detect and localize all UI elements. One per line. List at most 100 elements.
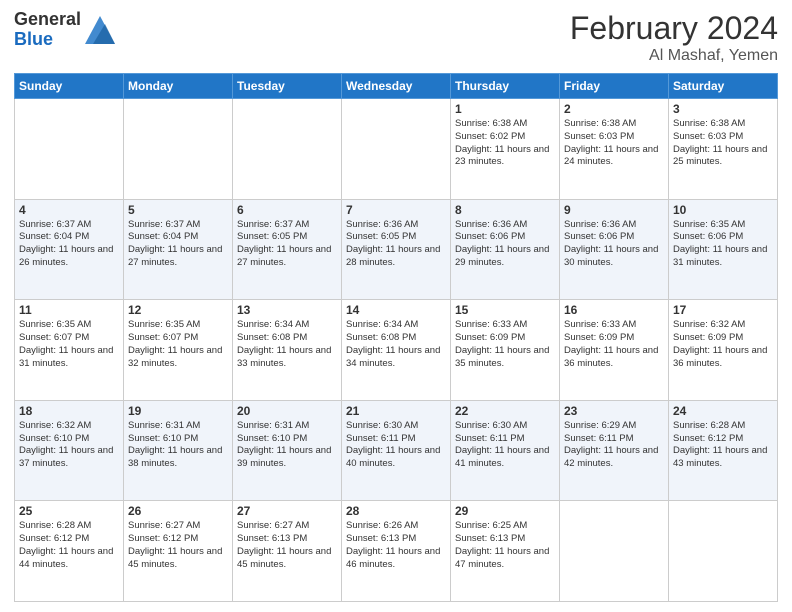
calendar-cell: 5Sunrise: 6:37 AM Sunset: 6:04 PM Daylig… bbox=[124, 199, 233, 300]
day-number: 15 bbox=[455, 303, 555, 317]
day-info: Sunrise: 6:38 AM Sunset: 6:03 PM Dayligh… bbox=[673, 118, 773, 169]
calendar-cell: 17 Sunrise: 6:32 AM Sunset: 6:09 PM Dayli… bbox=[669, 300, 778, 401]
day-number: 10 bbox=[673, 203, 773, 217]
calendar-cell bbox=[233, 99, 342, 200]
month-title: February 2024 bbox=[570, 10, 778, 47]
calendar-cell: 19 Sunrise: 6:31 AM Sunset: 6:10 PM Dayli… bbox=[124, 400, 233, 501]
logo-blue: Blue bbox=[14, 30, 81, 50]
day-number: 23 bbox=[564, 404, 664, 418]
calendar-cell: 27 Sunrise: 6:27 AM Sunset: 6:13 PM Dayli… bbox=[233, 501, 342, 602]
location-title: Al Mashaf, Yemen bbox=[570, 47, 778, 65]
calendar-week-row: 25 Sunrise: 6:28 AM Sunset: 6:12 PM Dayli… bbox=[15, 501, 778, 602]
day-info: Sunrise: 6:27 AM Sunset: 6:13 PM Dayligh… bbox=[237, 520, 337, 571]
day-number: 13 bbox=[237, 303, 337, 317]
calendar-cell: 21 Sunrise: 6:30 AM Sunset: 6:11 PM Dayli… bbox=[342, 400, 451, 501]
calendar-week-row: 11 Sunrise: 6:35 AM Sunset: 6:07 PM Dayli… bbox=[15, 300, 778, 401]
day-number: 12 bbox=[128, 303, 228, 317]
day-info: Sunrise: 6:38 AM Sunset: 6:03 PM Dayligh… bbox=[564, 118, 664, 169]
calendar-cell bbox=[669, 501, 778, 602]
day-info: Sunrise: 6:32 AM Sunset: 6:10 PM Dayligh… bbox=[19, 420, 119, 471]
day-info: Sunrise: 6:25 AM Sunset: 6:13 PM Dayligh… bbox=[455, 520, 555, 571]
calendar-cell: 2 Sunrise: 6:38 AM Sunset: 6:03 PM Daylig… bbox=[560, 99, 669, 200]
calendar-cell: 18Sunrise: 6:32 AM Sunset: 6:10 PM Dayli… bbox=[15, 400, 124, 501]
day-number: 17 bbox=[673, 303, 773, 317]
day-number: 25 bbox=[19, 504, 119, 518]
day-number: 6 bbox=[237, 203, 337, 217]
day-info: Sunrise: 6:27 AM Sunset: 6:12 PM Dayligh… bbox=[128, 520, 228, 571]
calendar-cell: 29 Sunrise: 6:25 AM Sunset: 6:13 PM Dayli… bbox=[451, 501, 560, 602]
day-info: Sunrise: 6:38 AM Sunset: 6:02 PM Dayligh… bbox=[455, 118, 555, 169]
page-header: General Blue February 2024 Al Mashaf, Ye… bbox=[14, 10, 778, 65]
calendar-cell: 3Sunrise: 6:38 AM Sunset: 6:03 PM Daylig… bbox=[669, 99, 778, 200]
day-number: 4 bbox=[19, 203, 119, 217]
weekday-header: Sunday bbox=[15, 74, 124, 99]
day-info: Sunrise: 6:29 AM Sunset: 6:11 PM Dayligh… bbox=[564, 420, 664, 471]
day-info: Sunrise: 6:36 AM Sunset: 6:05 PM Dayligh… bbox=[346, 219, 446, 270]
day-info: Sunrise: 6:28 AM Sunset: 6:12 PM Dayligh… bbox=[19, 520, 119, 571]
day-number: 8 bbox=[455, 203, 555, 217]
calendar-cell: 12 Sunrise: 6:35 AM Sunset: 6:07 PM Dayli… bbox=[124, 300, 233, 401]
logo: General Blue bbox=[14, 10, 115, 50]
calendar-cell: 15 Sunrise: 6:33 AM Sunset: 6:09 PM Dayli… bbox=[451, 300, 560, 401]
calendar-cell: 1 Sunrise: 6:38 AM Sunset: 6:02 PM Daylig… bbox=[451, 99, 560, 200]
calendar-week-row: 18Sunrise: 6:32 AM Sunset: 6:10 PM Dayli… bbox=[15, 400, 778, 501]
calendar-cell: 23 Sunrise: 6:29 AM Sunset: 6:11 PM Dayli… bbox=[560, 400, 669, 501]
day-number: 9 bbox=[564, 203, 664, 217]
calendar-cell: 10 Sunrise: 6:35 AM Sunset: 6:06 PM Dayli… bbox=[669, 199, 778, 300]
logo-icon bbox=[85, 16, 115, 44]
weekday-header: Saturday bbox=[669, 74, 778, 99]
day-number: 2 bbox=[564, 102, 664, 116]
calendar-cell bbox=[560, 501, 669, 602]
calendar-cell: 11 Sunrise: 6:35 AM Sunset: 6:07 PM Dayli… bbox=[15, 300, 124, 401]
weekday-header: Thursday bbox=[451, 74, 560, 99]
calendar-cell: 24Sunrise: 6:28 AM Sunset: 6:12 PM Dayli… bbox=[669, 400, 778, 501]
calendar-cell: 13 Sunrise: 6:34 AM Sunset: 6:08 PM Dayli… bbox=[233, 300, 342, 401]
day-info: Sunrise: 6:31 AM Sunset: 6:10 PM Dayligh… bbox=[128, 420, 228, 471]
calendar-cell: 14 Sunrise: 6:34 AM Sunset: 6:08 PM Dayli… bbox=[342, 300, 451, 401]
day-info: Sunrise: 6:35 AM Sunset: 6:07 PM Dayligh… bbox=[128, 319, 228, 370]
calendar-cell: 16Sunrise: 6:33 AM Sunset: 6:09 PM Dayli… bbox=[560, 300, 669, 401]
day-info: Sunrise: 6:37 AM Sunset: 6:04 PM Dayligh… bbox=[128, 219, 228, 270]
day-info: Sunrise: 6:26 AM Sunset: 6:13 PM Dayligh… bbox=[346, 520, 446, 571]
logo-general: General bbox=[14, 10, 81, 30]
title-block: February 2024 Al Mashaf, Yemen bbox=[570, 10, 778, 65]
day-number: 27 bbox=[237, 504, 337, 518]
day-info: Sunrise: 6:35 AM Sunset: 6:07 PM Dayligh… bbox=[19, 319, 119, 370]
day-number: 28 bbox=[346, 504, 446, 518]
day-info: Sunrise: 6:32 AM Sunset: 6:09 PM Dayligh… bbox=[673, 319, 773, 370]
day-info: Sunrise: 6:35 AM Sunset: 6:06 PM Dayligh… bbox=[673, 219, 773, 270]
calendar-week-row: 4 Sunrise: 6:37 AM Sunset: 6:04 PM Daylig… bbox=[15, 199, 778, 300]
calendar-week-row: 1 Sunrise: 6:38 AM Sunset: 6:02 PM Daylig… bbox=[15, 99, 778, 200]
calendar-cell: 22 Sunrise: 6:30 AM Sunset: 6:11 PM Dayli… bbox=[451, 400, 560, 501]
day-number: 24 bbox=[673, 404, 773, 418]
day-number: 7 bbox=[346, 203, 446, 217]
calendar-cell: 28 Sunrise: 6:26 AM Sunset: 6:13 PM Dayli… bbox=[342, 501, 451, 602]
day-info: Sunrise: 6:30 AM Sunset: 6:11 PM Dayligh… bbox=[346, 420, 446, 471]
day-info: Sunrise: 6:34 AM Sunset: 6:08 PM Dayligh… bbox=[346, 319, 446, 370]
day-number: 29 bbox=[455, 504, 555, 518]
calendar-header: SundayMondayTuesdayWednesdayThursdayFrid… bbox=[15, 74, 778, 99]
day-number: 21 bbox=[346, 404, 446, 418]
day-number: 16 bbox=[564, 303, 664, 317]
day-number: 11 bbox=[19, 303, 119, 317]
day-number: 22 bbox=[455, 404, 555, 418]
day-number: 14 bbox=[346, 303, 446, 317]
day-number: 1 bbox=[455, 102, 555, 116]
calendar-cell: 7 Sunrise: 6:36 AM Sunset: 6:05 PM Daylig… bbox=[342, 199, 451, 300]
calendar-cell: 25 Sunrise: 6:28 AM Sunset: 6:12 PM Dayli… bbox=[15, 501, 124, 602]
calendar-cell: 26Sunrise: 6:27 AM Sunset: 6:12 PM Dayli… bbox=[124, 501, 233, 602]
calendar-table: SundayMondayTuesdayWednesdayThursdayFrid… bbox=[14, 73, 778, 602]
calendar-cell: 6 Sunrise: 6:37 AM Sunset: 6:05 PM Daylig… bbox=[233, 199, 342, 300]
weekday-header: Tuesday bbox=[233, 74, 342, 99]
day-info: Sunrise: 6:36 AM Sunset: 6:06 PM Dayligh… bbox=[564, 219, 664, 270]
day-number: 20 bbox=[237, 404, 337, 418]
day-info: Sunrise: 6:37 AM Sunset: 6:05 PM Dayligh… bbox=[237, 219, 337, 270]
day-info: Sunrise: 6:34 AM Sunset: 6:08 PM Dayligh… bbox=[237, 319, 337, 370]
day-info: Sunrise: 6:33 AM Sunset: 6:09 PM Dayligh… bbox=[455, 319, 555, 370]
day-number: 19 bbox=[128, 404, 228, 418]
day-info: Sunrise: 6:37 AM Sunset: 6:04 PM Dayligh… bbox=[19, 219, 119, 270]
day-info: Sunrise: 6:30 AM Sunset: 6:11 PM Dayligh… bbox=[455, 420, 555, 471]
weekday-header: Friday bbox=[560, 74, 669, 99]
day-info: Sunrise: 6:36 AM Sunset: 6:06 PM Dayligh… bbox=[455, 219, 555, 270]
calendar-cell: 20Sunrise: 6:31 AM Sunset: 6:10 PM Dayli… bbox=[233, 400, 342, 501]
